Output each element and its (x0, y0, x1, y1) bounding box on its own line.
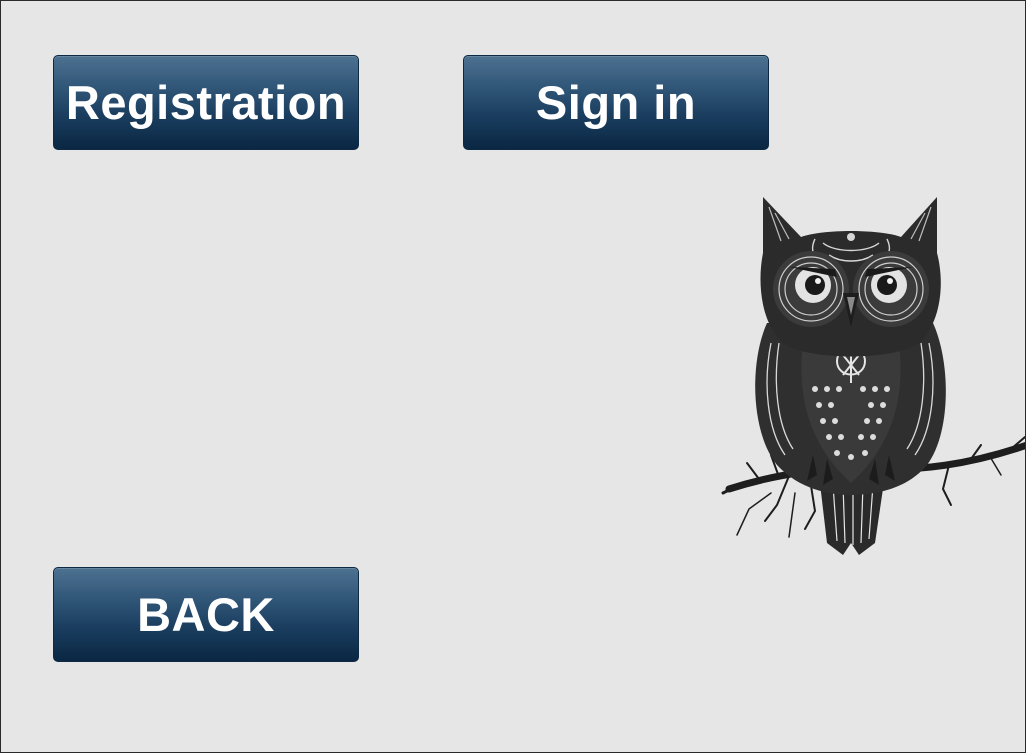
app-screen: Registration Sign in BACK (0, 0, 1026, 753)
back-button-label: BACK (137, 588, 275, 641)
sign-in-button[interactable]: Sign in (463, 55, 769, 150)
registration-button[interactable]: Registration (53, 55, 359, 150)
owl-illustration (721, 197, 1025, 555)
back-button[interactable]: BACK (53, 567, 359, 662)
sign-in-button-label: Sign in (535, 76, 697, 129)
registration-button-label: Registration (65, 76, 347, 129)
